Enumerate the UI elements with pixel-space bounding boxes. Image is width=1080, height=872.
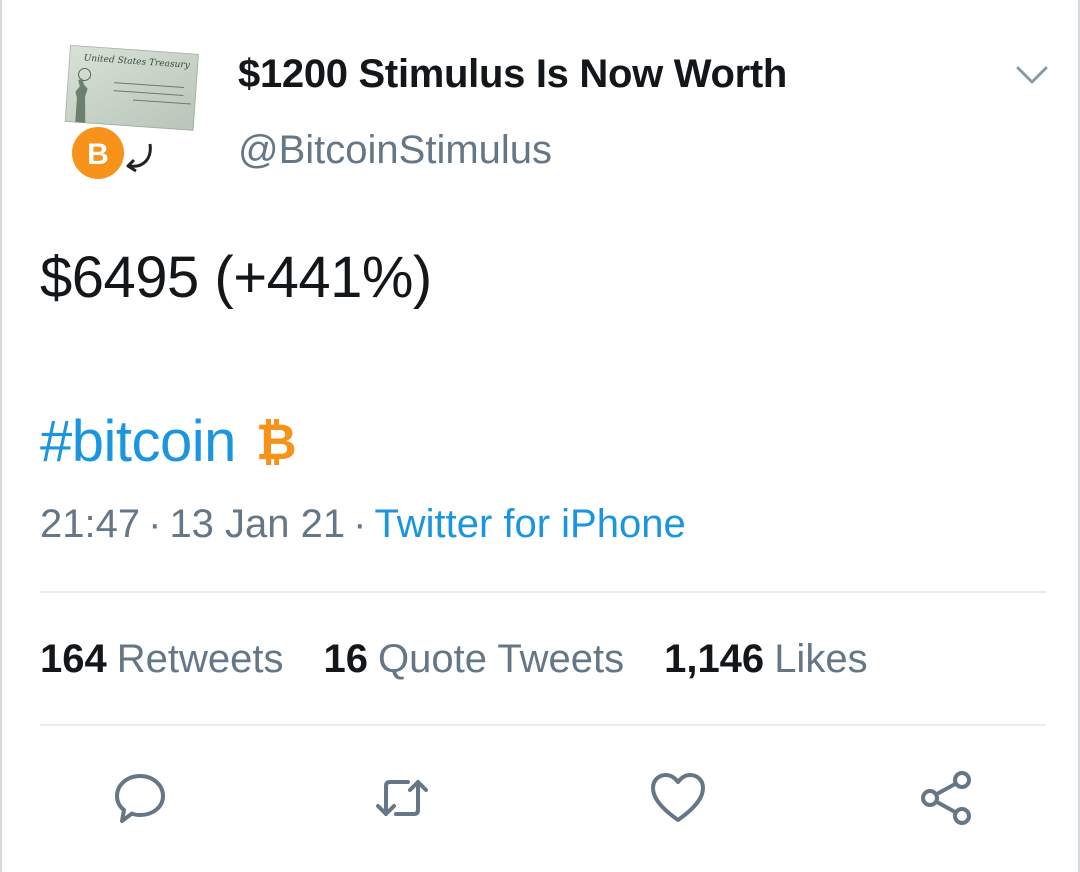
display-name[interactable]: $1200 Stimulus Is Now Worth <box>238 52 787 97</box>
engagement-stats: 164 Retweets 16 Quote Tweets 1,146 Likes <box>40 637 868 682</box>
bitcoin-badge-letter: B <box>87 138 109 171</box>
stat-quote-tweets[interactable]: 16 Quote Tweets <box>324 637 625 682</box>
reply-icon <box>115 774 165 823</box>
avatar[interactable]: United States Treasury B <box>54 40 204 180</box>
share-icon <box>921 771 971 825</box>
divider <box>40 591 1046 593</box>
stat-retweets[interactable]: 164 Retweets <box>40 637 284 682</box>
chevron-down-icon[interactable] <box>1014 60 1050 90</box>
tweet-source-link[interactable]: Twitter for iPhone <box>374 502 685 546</box>
share-button[interactable] <box>916 768 976 828</box>
divider <box>40 724 1046 726</box>
like-button[interactable] <box>648 768 708 828</box>
hashtag-link[interactable]: #bitcoin <box>40 408 236 475</box>
heart-icon <box>651 773 705 822</box>
meta-separator: · <box>148 502 162 546</box>
tweet-time[interactable]: 21:47 <box>40 502 140 546</box>
reply-button[interactable] <box>110 768 170 828</box>
meta-separator: · <box>353 502 367 546</box>
tweet-meta: 21:47 · 13 Jan 21 · Twitter for iPhone <box>40 502 686 547</box>
retweet-button[interactable] <box>372 768 432 828</box>
tweet-date[interactable]: 13 Jan 21 <box>169 502 345 546</box>
tweet-card: United States Treasury B $1200 Stimulus … <box>0 0 1080 872</box>
user-handle[interactable]: @BitcoinStimulus <box>238 128 552 173</box>
retweet-icon <box>376 780 428 816</box>
hashtag-row: #bitcoin ₿ <box>40 408 297 475</box>
bitcoin-symbol-icon: ₿ <box>255 412 297 471</box>
bitcoin-badge: B <box>72 127 124 179</box>
tweet-text: $6495 (+441%) <box>40 245 432 310</box>
stat-likes[interactable]: 1,146 Likes <box>664 637 868 682</box>
